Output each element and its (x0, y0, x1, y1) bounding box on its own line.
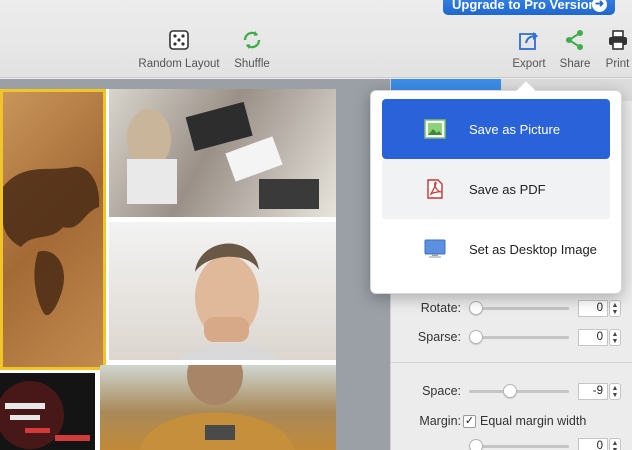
margin-row: Margin: ✓ Equal margin width (391, 409, 632, 433)
margin-label: Margin: (419, 414, 461, 428)
margin-value-field[interactable]: 0 (578, 437, 608, 450)
space-label: Space: (422, 384, 461, 398)
random-layout-label: Random Layout (138, 58, 220, 70)
shuffle-label: Shuffle (234, 58, 270, 70)
sparse-stepper[interactable]: ▲ ▼ (609, 328, 621, 346)
rotate-row: Rotate: 0 ▲ ▼ (391, 296, 632, 320)
sparse-slider[interactable] (469, 329, 569, 344)
dice-icon (137, 26, 221, 54)
pdf-icon (424, 179, 446, 199)
space-row: Space: -9 ▲ ▼ (391, 379, 632, 403)
random-layout-button[interactable]: Random Layout (137, 26, 221, 70)
yawning-man-photo[interactable] (109, 222, 336, 360)
picture-icon (424, 119, 446, 139)
monitor-icon (424, 239, 446, 259)
space-slider-knob[interactable] (503, 383, 518, 398)
export-label: Export (512, 58, 546, 70)
rotate-stepper[interactable]: ▲ ▼ (609, 299, 621, 317)
export-menu: Save as Picture Save as PDF Set as Deskt… (370, 80, 622, 294)
printer-icon (603, 26, 632, 54)
equal-margin-label: Equal margin width (480, 414, 587, 428)
man-sweater-photo[interactable] (100, 365, 336, 450)
rotate-slider[interactable] (469, 300, 569, 315)
save-as-pdf-item[interactable]: Save as PDF (382, 159, 610, 219)
share-label: Share (559, 58, 591, 70)
rotate-value-field[interactable]: 0 (578, 299, 608, 317)
space-stepper[interactable]: ▲ ▼ (609, 382, 621, 400)
sparse-label: Sparse: (417, 330, 461, 344)
export-button[interactable]: Export (509, 26, 549, 70)
world-map-photo[interactable] (0, 89, 106, 370)
collage[interactable] (0, 89, 336, 450)
sparse-value-field[interactable]: 0 (578, 328, 608, 346)
upgrade-label: Upgrade to Pro Version (452, 0, 597, 12)
equal-margin-checkbox[interactable]: ✓ (463, 414, 476, 428)
save-as-pdf-label: Save as PDF (469, 181, 546, 197)
save-as-picture-label: Save as Picture (469, 121, 561, 137)
print-button[interactable]: Print (603, 26, 632, 70)
arrow-right-icon: ➜ (592, 0, 607, 12)
space-value-field[interactable]: -9 (578, 382, 608, 400)
share-icon (557, 26, 593, 54)
margin-slider[interactable] (469, 438, 569, 450)
desk-photo[interactable] (109, 89, 336, 217)
toolbar: Upgrade to Pro Version ➜ Random Layout S… (0, 0, 632, 78)
margin-slider-knob[interactable] (469, 438, 483, 450)
share-button[interactable]: Share (557, 26, 593, 70)
set-desktop-image-item[interactable]: Set as Desktop Image (382, 219, 610, 279)
save-as-picture-item[interactable]: Save as Picture (382, 99, 610, 159)
rotate-label: Rotate: (420, 301, 461, 315)
export-icon (509, 26, 549, 54)
shuffle-button[interactable]: Shuffle (230, 26, 274, 70)
margin-stepper[interactable]: ▲ ▼ (609, 437, 621, 450)
divider (391, 362, 632, 363)
sparse-row: Sparse: 0 ▲ ▼ (391, 325, 632, 349)
sparse-slider-knob[interactable] (469, 329, 483, 344)
shuffle-icon (230, 26, 274, 54)
set-desktop-image-label: Set as Desktop Image (469, 241, 597, 257)
margin-value-row: 0 ▲ ▼ (391, 434, 632, 450)
upgrade-button[interactable]: Upgrade to Pro Version ➜ (443, 0, 615, 15)
rotate-slider-knob[interactable] (469, 300, 483, 315)
word-cloud-photo[interactable] (0, 373, 95, 450)
space-slider[interactable] (469, 383, 569, 398)
print-label: Print (605, 58, 630, 70)
